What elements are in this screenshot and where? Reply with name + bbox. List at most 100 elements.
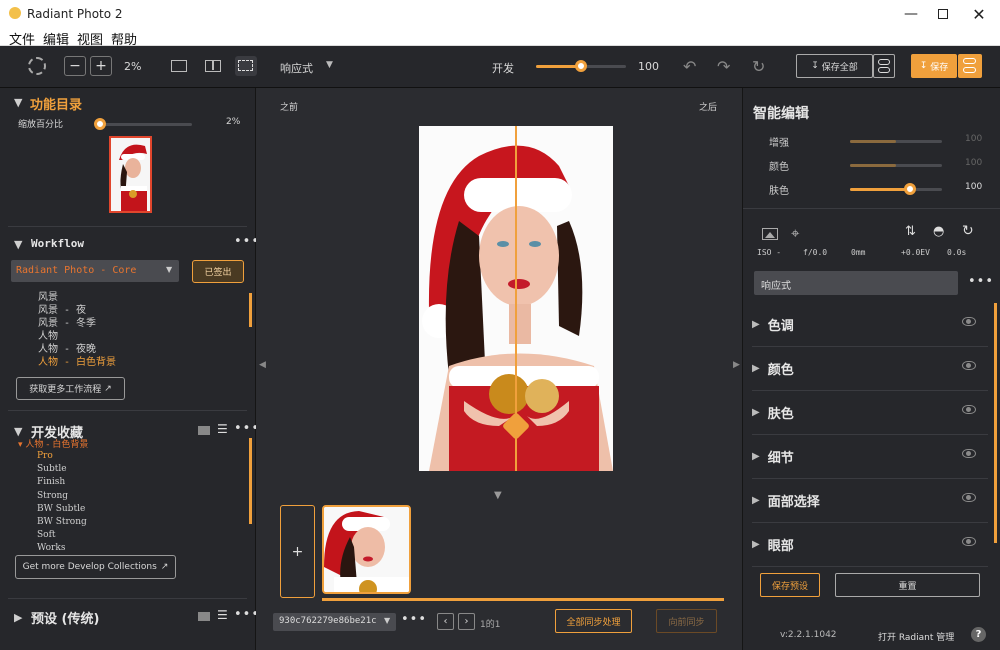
smart-edit-title: 智能编辑 <box>753 106 809 122</box>
section-5[interactable]: ▶ 眼部 <box>752 523 988 567</box>
smart-slider[interactable] <box>850 164 942 167</box>
open-manager-link[interactable]: 打开 Radiant 管理 <box>878 630 954 643</box>
undo-icon[interactable]: ↶ <box>683 57 696 76</box>
expand-right-icon[interactable]: ▶ <box>733 360 740 370</box>
smart-slider[interactable] <box>850 183 942 195</box>
crop-icon: ⌖ <box>791 224 800 242</box>
next-image-button[interactable]: › <box>458 613 475 630</box>
smart-slider-knob[interactable] <box>903 183 916 195</box>
workflow-collapse-icon[interactable]: ▼ <box>14 238 22 251</box>
smart-slider[interactable] <box>850 140 942 143</box>
before-label: 之前 <box>280 103 299 113</box>
save-options-toggle[interactable] <box>958 54 982 78</box>
save-all-options-toggle[interactable] <box>873 54 895 78</box>
catalog-collapse-icon[interactable]: ▼ <box>14 96 22 109</box>
eye-icon[interactable] <box>962 317 976 326</box>
eye-icon[interactable] <box>962 537 976 546</box>
expand-left-icon[interactable]: ◀ <box>259 360 266 370</box>
workflow-item[interactable]: 人物 - 白色背景 <box>38 353 116 368</box>
divider <box>8 598 247 599</box>
settings-gear-icon[interactable] <box>28 57 46 75</box>
collection-item[interactable]: Works <box>37 543 65 553</box>
sync-all-button[interactable]: 全部同步处理 <box>555 609 632 633</box>
minimize-button[interactable]: — <box>895 0 927 28</box>
right-scrollbar[interactable] <box>994 303 997 543</box>
workflow-select[interactable]: Radiant Photo - Core ▼ <box>11 260 179 282</box>
catalog-thumbnail[interactable] <box>109 136 152 213</box>
sync-previous-button[interactable]: 向前同步 <box>656 609 717 633</box>
prev-image-button[interactable]: ‹ <box>437 613 454 630</box>
chevron-down-icon[interactable]: ▼ <box>326 60 333 70</box>
zoom-in-button[interactable]: + <box>90 56 112 76</box>
help-icon[interactable]: ? <box>971 627 986 642</box>
get-more-workflows-button[interactable]: 获取更多工作流程 ↗ <box>16 377 125 400</box>
develop-slider[interactable] <box>536 60 626 72</box>
catalog-zoom-knob[interactable] <box>94 118 106 130</box>
expand-icon: ▶ <box>752 495 760 506</box>
section-3[interactable]: ▶ 细节 <box>752 435 988 479</box>
side-by-side-view-button[interactable] <box>235 56 257 76</box>
redo-icon[interactable]: ↷ <box>717 57 730 76</box>
develop-slider-knob[interactable] <box>575 60 587 72</box>
save-preset-button[interactable]: 保存预设 <box>760 573 820 597</box>
eye-icon[interactable] <box>962 493 976 502</box>
expand-icon: ▶ <box>752 363 760 374</box>
external-link-icon: ↗ <box>104 383 112 394</box>
reset-button[interactable]: 重置 <box>835 573 980 597</box>
image-more-icon[interactable]: ••• <box>401 612 427 627</box>
eye-icon[interactable] <box>962 361 976 370</box>
workflow-title: Workflow <box>31 237 84 250</box>
grid-view-icon[interactable] <box>198 426 210 435</box>
section-2[interactable]: ▶ 肤色 <box>752 391 988 435</box>
chevron-down-icon[interactable]: ▼ <box>494 490 502 501</box>
filmstrip-thumbnail[interactable] <box>322 505 411 594</box>
collections-scrollbar[interactable] <box>249 438 252 524</box>
maximize-button[interactable] <box>927 0 959 28</box>
workflow-scrollbar[interactable] <box>249 293 252 327</box>
add-image-button[interactable]: + <box>280 505 315 598</box>
close-button[interactable]: ✕ <box>962 0 996 28</box>
section-0[interactable]: ▶ 色调 <box>752 303 988 347</box>
collection-item[interactable]: BW Subtle <box>37 504 85 514</box>
get-more-workflows-label: 获取更多工作流程 <box>29 385 102 395</box>
filmstrip-scrollbar[interactable] <box>322 598 724 601</box>
divider <box>743 208 1000 209</box>
view-mode-label[interactable]: 响应式 <box>280 60 313 76</box>
catalog-zoom-slider[interactable] <box>94 118 192 130</box>
get-more-collections-button[interactable]: Get more Develop Collections ↗ <box>15 555 176 579</box>
mode-more-icon[interactable]: ••• <box>968 274 994 289</box>
exif-shutter: 0.0s <box>947 248 967 257</box>
collection-item[interactable]: Soft <box>37 530 56 540</box>
main-photo[interactable] <box>419 126 613 471</box>
image-name-select[interactable]: 930c762279e86be21c ▼ <box>273 613 396 631</box>
mode-select[interactable]: 响应式 <box>754 271 958 295</box>
get-more-collections-label: Get more Develop Collections <box>22 562 157 572</box>
list-view-icon[interactable]: ☰ <box>217 608 228 622</box>
section-1[interactable]: ▶ 颜色 <box>752 347 988 391</box>
collection-item[interactable]: BW Strong <box>37 517 87 527</box>
collection-item[interactable]: Strong <box>37 491 68 501</box>
eye-icon[interactable] <box>962 405 976 414</box>
section-4[interactable]: ▶ 面部选择 <box>752 479 988 523</box>
reset-icon[interactable]: ↻ <box>752 57 765 76</box>
checkout-button[interactable]: 已签出 <box>192 260 244 283</box>
chevron-down-icon: ▼ <box>384 616 391 625</box>
save-all-button[interactable]: ↧ 保存全部 <box>796 54 873 78</box>
collection-item[interactable]: Finish <box>37 477 65 487</box>
expand-icon: ▶ <box>752 407 760 418</box>
zoom-out-button[interactable]: − <box>64 56 86 76</box>
smart-slider-value: 100 <box>965 182 983 192</box>
single-view-icon[interactable] <box>171 60 187 72</box>
split-view-icon[interactable] <box>205 60 221 72</box>
save-button[interactable]: ↧ 保存 <box>911 54 957 78</box>
grid-view-icon[interactable] <box>198 612 210 621</box>
collection-item[interactable]: Pro <box>37 451 53 461</box>
list-view-icon[interactable]: ☰ <box>217 422 228 436</box>
collection-item[interactable]: Subtle <box>37 464 67 474</box>
workflow-selected: Radiant Photo - Core <box>16 265 137 276</box>
eye-icon[interactable] <box>962 449 976 458</box>
presets-expand-icon[interactable]: ▶ <box>14 611 22 624</box>
collection-group[interactable]: ▾ 人物 - 白色背景 <box>18 437 88 450</box>
smart-slider-value: 100 <box>965 134 983 144</box>
exif-aperture: f/0.0 <box>803 248 828 257</box>
